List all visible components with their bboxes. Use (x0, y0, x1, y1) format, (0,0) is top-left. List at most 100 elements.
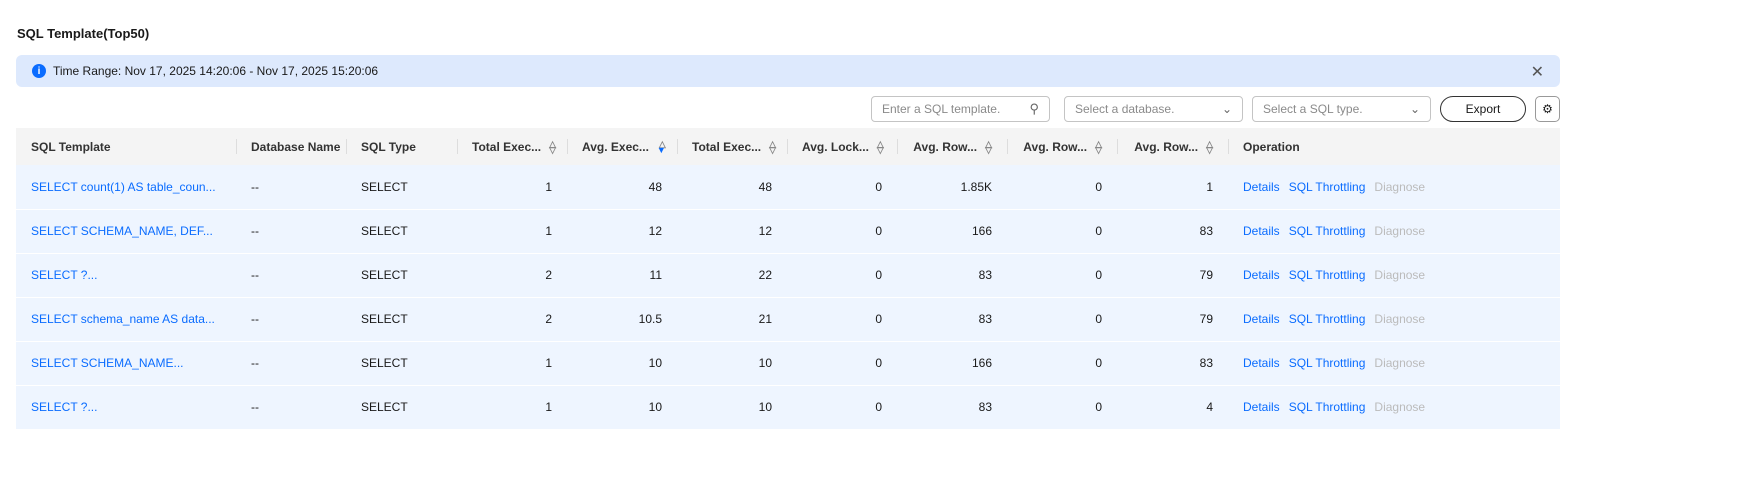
column-divider (1228, 139, 1229, 154)
table-cell: 10.5 (567, 297, 677, 342)
sort-icon[interactable]: △ ▽ (1206, 140, 1213, 155)
column-header[interactable]: Total Exec... △ ▽ (677, 128, 787, 165)
table-cell: -- (236, 209, 346, 254)
column-divider (677, 139, 678, 154)
cell-value: 0 (875, 312, 882, 326)
cell-value: 10.5 (638, 312, 662, 326)
cell-value: 12 (758, 224, 772, 238)
column-header[interactable]: Avg. Row... △ ▽ (1007, 128, 1117, 165)
column-label: SQL Template (31, 139, 111, 154)
column-divider (897, 139, 898, 154)
sql-template-link[interactable]: SELECT ?... (31, 400, 97, 414)
cell-value: 83 (978, 400, 992, 414)
diagnose-link-disabled: Diagnose (1374, 224, 1426, 238)
cell-value: 0 (1095, 356, 1102, 370)
database-select[interactable]: Select a database. ⌄ (1064, 96, 1243, 122)
column-label: Avg. Row... (1134, 139, 1199, 154)
column-label: SQL Type (361, 139, 416, 154)
sql-template-link[interactable]: SELECT SCHEMA_NAME... (31, 356, 183, 370)
cell-value: 0 (1095, 179, 1102, 194)
cell-value: 2 (545, 312, 552, 326)
sort-icon[interactable]: △ ▽ (769, 140, 776, 155)
details-link[interactable]: Details (1243, 400, 1280, 414)
sort-icon[interactable]: △ ▽ (985, 140, 992, 155)
sql-throttling-link[interactable]: SQL Throttling (1289, 224, 1366, 238)
details-link[interactable]: Details (1243, 312, 1280, 326)
operation-cell: Details SQL Throttling Diagnose (1228, 253, 1560, 298)
page-title: SQL Template(Top50) (17, 26, 150, 41)
diagnose-link-disabled: Diagnose (1374, 179, 1426, 194)
gear-icon: ⚙ (1542, 102, 1553, 116)
table-row: SELECT SCHEMA_NAME... -- SELECT 1 10 10 0 166 0 8… (16, 341, 1560, 386)
table-cell: 2 (457, 297, 567, 342)
column-label: Avg. Row... (1023, 139, 1088, 154)
database-placeholder: Select a database. (1075, 102, 1175, 116)
table-cell: 1.85K (897, 165, 1007, 210)
sql-throttling-link[interactable]: SQL Throttling (1289, 180, 1366, 194)
cell-value: 2 (545, 268, 552, 282)
cell-value: 10 (758, 356, 772, 370)
sql-template-table: SQL Template Database Name SQL Type Total E… (16, 128, 1560, 430)
sort-icon[interactable]: △ ▽ (1095, 140, 1102, 155)
diagnose-link-disabled: Diagnose (1374, 356, 1426, 370)
table-cell: 1 (457, 165, 567, 210)
sql-throttling-link[interactable]: SQL Throttling (1289, 356, 1366, 370)
table-cell: -- (236, 253, 346, 298)
details-link[interactable]: Details (1243, 180, 1280, 194)
column-header[interactable]: Avg. Exec... △ ▼ (567, 128, 677, 165)
column-divider (1117, 139, 1118, 154)
cell-value: 79 (1199, 312, 1213, 326)
column-header[interactable]: Avg. Lock... △ ▽ (787, 128, 897, 165)
sort-icon[interactable]: △ ▽ (549, 140, 556, 155)
sort-icon[interactable]: △ ▼ (657, 140, 666, 155)
table-cell: SELECT count(1) AS table_coun... (16, 165, 236, 210)
column-header[interactable]: Total Exec... △ ▽ (457, 128, 567, 165)
sql-template-search-input[interactable]: Enter a SQL template. ⚲ (871, 96, 1050, 122)
table-cell: -- (236, 297, 346, 342)
sql-template-link[interactable]: SELECT count(1) AS table_coun... (31, 180, 216, 194)
operation-cell: Details SQL Throttling Diagnose (1228, 341, 1560, 386)
cell-value: 11 (649, 268, 662, 282)
details-link[interactable]: Details (1243, 268, 1280, 282)
sql-template-link[interactable]: SELECT ?... (31, 268, 97, 282)
cell-value: 83 (978, 312, 992, 326)
sql-throttling-link[interactable]: SQL Throttling (1289, 312, 1366, 326)
table-cell: 0 (787, 385, 897, 430)
settings-button[interactable]: ⚙ (1535, 96, 1560, 122)
table-cell: 22 (677, 253, 787, 298)
time-range-text: Time Range: Nov 17, 2025 14:20:06 - Nov … (53, 64, 379, 78)
column-label: Avg. Row... (913, 139, 978, 154)
close-icon[interactable]: ✕ (1531, 62, 1544, 82)
export-button[interactable]: Export (1440, 96, 1526, 122)
table-cell: 12 (677, 209, 787, 254)
table-row: SELECT ?... -- SELECT 2 11 22 0 83 0 79 Details SQL… (16, 253, 1560, 298)
table-cell: SELECT ?... (16, 253, 236, 298)
column-label: Total Exec... (692, 139, 762, 154)
column-header[interactable]: Avg. Row... △ ▽ (897, 128, 1007, 165)
sql-throttling-link[interactable]: SQL Throttling (1289, 400, 1366, 414)
column-divider (236, 139, 237, 154)
column-divider (457, 139, 458, 154)
sql-template-link[interactable]: SELECT SCHEMA_NAME, DEF... (31, 224, 213, 238)
table-cell: 11 (567, 253, 677, 298)
sql-template-link[interactable]: SELECT schema_name AS data... (31, 312, 215, 326)
sql-type-select[interactable]: Select a SQL type. ⌄ (1252, 96, 1431, 122)
cell-value: 1 (1206, 179, 1213, 194)
cell-value: 21 (758, 312, 772, 326)
sql-throttling-link[interactable]: SQL Throttling (1289, 268, 1366, 282)
column-header: SQL Template (16, 128, 236, 165)
cell-value: 83 (1199, 224, 1213, 238)
cell-value: 1 (545, 179, 552, 194)
cell-value: 0 (1095, 268, 1102, 282)
details-link[interactable]: Details (1243, 224, 1280, 238)
operation-cell: Details SQL Throttling Diagnose (1228, 385, 1560, 430)
column-divider (787, 139, 788, 154)
table-cell: 4 (1117, 385, 1228, 430)
cell-value: 1 (545, 400, 552, 414)
column-header[interactable]: Avg. Row... △ ▽ (1117, 128, 1228, 165)
column-label: Database Name (251, 139, 341, 154)
table-cell: 10 (677, 341, 787, 386)
details-link[interactable]: Details (1243, 356, 1280, 370)
sort-icon[interactable]: △ ▽ (877, 140, 884, 155)
cell-value: 48 (758, 179, 772, 194)
